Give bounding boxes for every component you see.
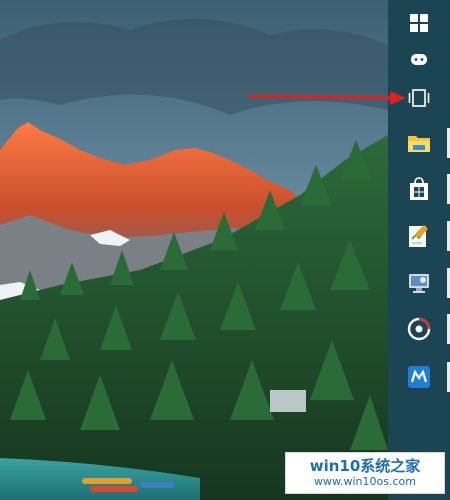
wallpaper-scene <box>0 0 388 500</box>
site-watermark: win10系统之家 www.win10os.com <box>285 452 445 494</box>
windows-logo-icon <box>410 14 428 32</box>
maxthon-browser-button[interactable] <box>388 354 450 400</box>
chat-bubble-icon <box>411 54 427 65</box>
store-button[interactable] <box>388 166 450 212</box>
file-explorer-button[interactable] <box>388 120 450 166</box>
disc-icon <box>407 317 431 341</box>
store-bag-icon <box>410 177 428 200</box>
task-view-icon <box>408 89 430 107</box>
notepad-app-button[interactable] <box>388 213 450 259</box>
watermark-title: win10系统之家 <box>309 457 421 475</box>
music-app-button[interactable] <box>388 306 450 352</box>
watermark-url: www.win10os.com <box>314 475 416 488</box>
folder-icon <box>408 136 430 152</box>
annotation-arrow <box>248 91 406 105</box>
document-pencil-icon <box>409 225 428 247</box>
taskbar <box>388 0 450 500</box>
building <box>270 390 306 412</box>
desktop-wallpaper <box>0 0 388 500</box>
system-app-button[interactable] <box>388 260 450 306</box>
maxthon-m-icon <box>408 366 430 388</box>
computer-monitor-icon <box>409 274 429 293</box>
